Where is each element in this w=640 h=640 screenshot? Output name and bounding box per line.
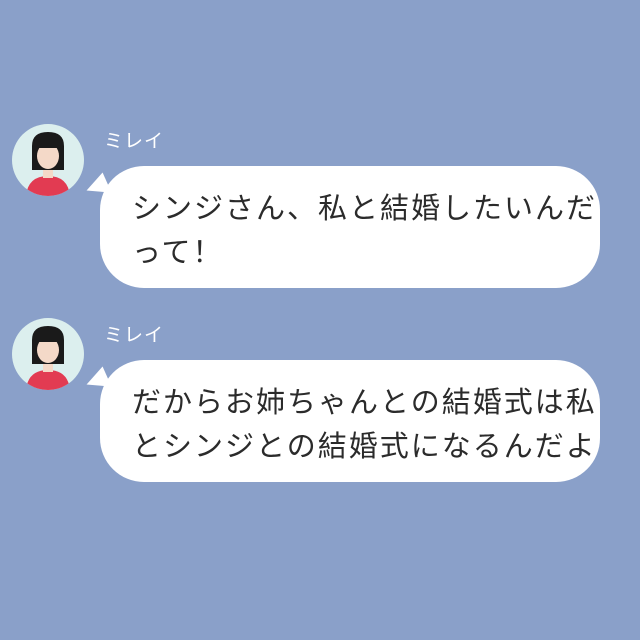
message-bubble[interactable]: シンジさん、私と結婚したいんだ って！ <box>100 166 600 288</box>
message-text: だからお姉ちゃんとの結婚式は私 とシンジとの結婚式になるんだよ <box>132 380 597 468</box>
chat-area: ミレイ シンジさん、私と結婚したいんだ って！ ミレイ だからお姉ちゃんとの結婚… <box>0 0 640 640</box>
message-line: だからお姉ちゃんとの結婚式は私 <box>132 385 597 419</box>
message-line: とシンジとの結婚式になるんだよ <box>132 429 597 463</box>
message-line: って！ <box>132 235 224 269</box>
message-line: シンジさん、私と結婚したいんだ <box>132 191 598 225</box>
sender-name: ミレイ <box>104 130 165 152</box>
avatar-illustration <box>26 132 70 196</box>
message-bubble[interactable]: だからお姉ちゃんとの結婚式は私 とシンジとの結婚式になるんだよ <box>100 360 600 482</box>
avatar-illustration <box>26 326 70 390</box>
message-text: シンジさん、私と結婚したいんだ って！ <box>132 186 598 274</box>
sender-name: ミレイ <box>104 324 165 346</box>
girl-avatar-icon[interactable] <box>12 124 84 196</box>
girl-avatar-icon[interactable] <box>12 318 84 390</box>
